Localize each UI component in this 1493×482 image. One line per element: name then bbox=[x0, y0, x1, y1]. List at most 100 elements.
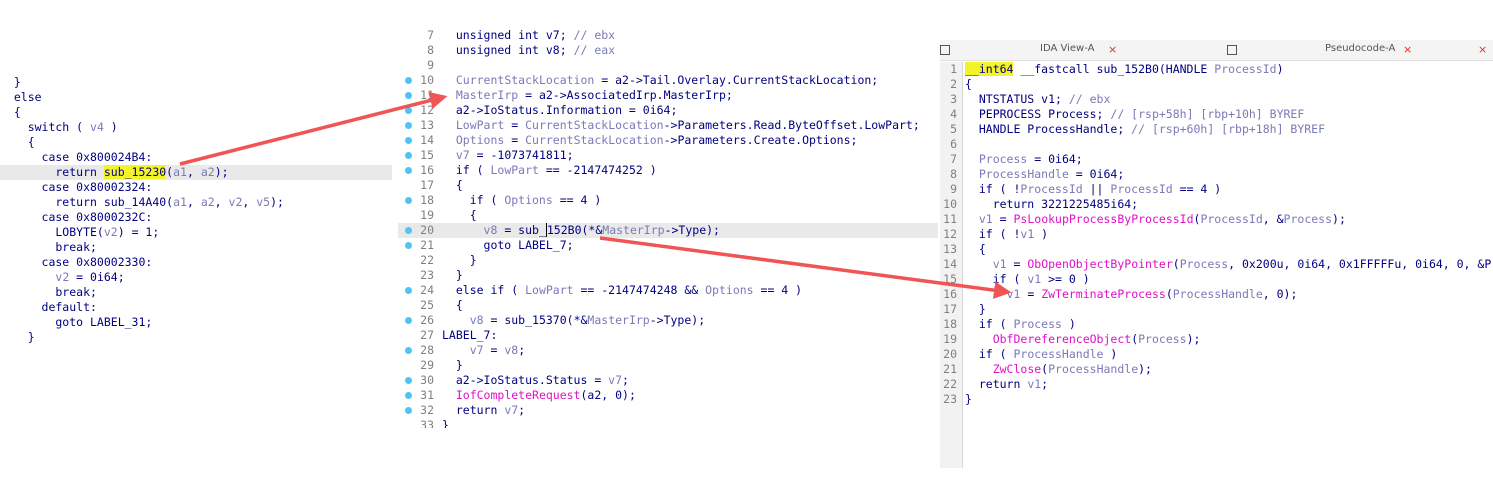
code-line[interactable]: 27 LABEL_7: bbox=[398, 328, 938, 343]
breakpoint-dot-icon[interactable] bbox=[405, 287, 412, 294]
code-line[interactable]: goto LABEL_31; bbox=[0, 315, 392, 330]
code-token: } bbox=[0, 330, 35, 344]
breakpoint-dot-icon[interactable] bbox=[405, 392, 412, 399]
code-line[interactable]: 23 } bbox=[398, 268, 938, 283]
code-line[interactable]: 10 return 3221225485i64; bbox=[940, 197, 1493, 212]
code-line[interactable]: 11 v1 = PsLookupProcessByProcessId(Proce… bbox=[940, 212, 1493, 227]
code-line[interactable]: else bbox=[0, 90, 392, 105]
code-line[interactable]: switch ( v4 ) bbox=[0, 120, 392, 135]
code-line[interactable]: 9 if ( !ProcessId || ProcessId == 4 ) bbox=[940, 182, 1493, 197]
code-line[interactable]: 8 ProcessHandle = 0i64; bbox=[940, 167, 1493, 182]
code-line[interactable]: LOBYTE(v2) = 1; bbox=[0, 225, 392, 240]
code-line[interactable]: } bbox=[0, 75, 392, 90]
code-line[interactable]: } bbox=[0, 330, 392, 345]
code-line[interactable]: 12 if ( !v1 ) bbox=[940, 227, 1493, 242]
code-line[interactable]: 13 LowPart = CurrentStackLocation->Param… bbox=[398, 118, 938, 133]
breakpoint-dot-icon[interactable] bbox=[405, 317, 412, 324]
code-line[interactable]: case 0x8000232C: bbox=[0, 210, 392, 225]
code-line[interactable]: 15 if ( v1 >= 0 ) bbox=[940, 272, 1493, 287]
code-line[interactable]: 16 if ( LowPart == -2147474252 ) bbox=[398, 163, 938, 178]
code-line[interactable]: 3 NTSTATUS v1; // ebx bbox=[940, 92, 1493, 107]
code-line[interactable]: 18 if ( Process ) bbox=[940, 317, 1493, 332]
breakpoint-dot-icon[interactable] bbox=[405, 377, 412, 384]
code-line[interactable]: 2{ bbox=[940, 77, 1493, 92]
code-line[interactable]: return sub_14A40(a1, a2, v2, v5); bbox=[0, 195, 392, 210]
code-text: v2 = 0i64; bbox=[0, 270, 124, 285]
code-line[interactable]: 19 ObfDereferenceObject(Process); bbox=[940, 332, 1493, 347]
code-text: __int64 __fastcall sub_152B0(HANDLE Proc… bbox=[965, 62, 1284, 77]
code-token: PsLookupProcessByProcessId bbox=[1013, 212, 1194, 226]
code-line[interactable]: 4 PEPROCESS Process; // [rsp+58h] [rbp+1… bbox=[940, 107, 1493, 122]
code-text: } bbox=[442, 253, 477, 268]
breakpoint-dot-icon[interactable] bbox=[405, 137, 412, 144]
breakpoint-dot-icon[interactable] bbox=[405, 407, 412, 414]
code-line[interactable]: 29 } bbox=[398, 358, 938, 373]
breakpoint-dot-icon[interactable] bbox=[405, 227, 412, 234]
breakpoint-dot-icon[interactable] bbox=[405, 242, 412, 249]
code-line[interactable]: 31 IofCompleteRequest(a2, 0); bbox=[398, 388, 938, 403]
code-line[interactable]: 10 CurrentStackLocation = a2->Tail.Overl… bbox=[398, 73, 938, 88]
code-line[interactable]: 15 v7 = -1073741811; bbox=[398, 148, 938, 163]
code-line[interactable]: 18 if ( Options == 4 ) bbox=[398, 193, 938, 208]
code-line[interactable]: 17 } bbox=[940, 302, 1493, 317]
code-line[interactable]: 21 ZwClose(ProcessHandle); bbox=[940, 362, 1493, 377]
code-line[interactable]: 1 __int64 __fastcall sub_152B0(HANDLE Pro… bbox=[940, 62, 1493, 77]
code-line[interactable]: 16 v1 = ZwTerminateProcess(ProcessHandle… bbox=[940, 287, 1493, 302]
code-line[interactable]: 20 if ( ProcessHandle ) bbox=[940, 347, 1493, 362]
code-line[interactable]: 13 { bbox=[940, 242, 1493, 257]
code-line[interactable]: break; bbox=[0, 285, 392, 300]
code-token: ZwClose bbox=[992, 362, 1042, 376]
breakpoint-dot-icon[interactable] bbox=[405, 92, 412, 99]
code-text: return v1; bbox=[965, 377, 1048, 392]
breakpoint-dot-icon[interactable] bbox=[405, 77, 412, 84]
breakpoint-dot-icon[interactable] bbox=[405, 107, 412, 114]
code-line[interactable]: 23} bbox=[940, 392, 1493, 407]
code-line[interactable]: 12 a2->IoStatus.Information = 0i64; bbox=[398, 103, 938, 118]
code-text: v8 = sub_15370(*&MasterIrp->Type); bbox=[442, 313, 705, 328]
breakpoint-dot-icon[interactable] bbox=[405, 167, 412, 174]
code-line[interactable]: 19 { bbox=[398, 208, 938, 223]
breakpoint-dot-icon[interactable] bbox=[405, 197, 412, 204]
code-line[interactable]: 11 MasterIrp = a2->AssociatedIrp.MasterI… bbox=[398, 88, 938, 103]
code-line[interactable]: 22 return v1; bbox=[940, 377, 1493, 392]
code-line[interactable]: 5 HANDLE ProcessHandle; // [rsp+60h] [rb… bbox=[940, 122, 1493, 137]
code-line[interactable]: break; bbox=[0, 240, 392, 255]
code-line[interactable]: 28 v7 = v8; bbox=[398, 343, 938, 358]
code-line[interactable]: 6 bbox=[940, 137, 1493, 152]
code-line[interactable]: 17 { bbox=[398, 178, 938, 193]
code-token: case 0x80002324: bbox=[0, 180, 153, 194]
code-token: == 4 ) bbox=[753, 283, 803, 297]
code-line[interactable]: 14 Options = CurrentStackLocation->Param… bbox=[398, 133, 938, 148]
code-line[interactable]: 7 Process = 0i64; bbox=[940, 152, 1493, 167]
code-line[interactable]: 32 return v7; bbox=[398, 403, 938, 418]
code-line[interactable]: 14 v1 = ObOpenObjectByPointer(Process, 0… bbox=[940, 257, 1493, 272]
code-line[interactable]: 26 v8 = sub_15370(*&MasterIrp->Type); bbox=[398, 313, 938, 328]
code-token: = sub_ bbox=[497, 223, 546, 237]
code-line[interactable]: 9 bbox=[398, 58, 938, 73]
breakpoint-dot-icon[interactable] bbox=[405, 152, 412, 159]
breakpoint-dot-icon[interactable] bbox=[405, 122, 412, 129]
code-line[interactable]: 8 unsigned int v8; // eax bbox=[398, 43, 938, 58]
code-text: ObfDereferenceObject(Process); bbox=[965, 332, 1201, 347]
code-token: { bbox=[442, 208, 477, 222]
code-line[interactable]: 24 else if ( LowPart == -2147474248 && O… bbox=[398, 283, 938, 298]
code-line[interactable]: 7 unsigned int v7; // ebx bbox=[398, 30, 938, 43]
code-line[interactable]: 30 a2->IoStatus.Status = v7; bbox=[398, 373, 938, 388]
code-line[interactable]: case 0x800024B4: bbox=[0, 150, 392, 165]
line-number: 26 bbox=[420, 313, 434, 327]
code-text: { bbox=[442, 298, 463, 313]
code-line[interactable]: case 0x80002330: bbox=[0, 255, 392, 270]
code-line[interactable]: 20 v8 = sub_152B0(*&MasterIrp->Type); bbox=[398, 223, 938, 238]
code-line[interactable]: 21 goto LABEL_7; bbox=[398, 238, 938, 253]
code-line[interactable]: 25 { bbox=[398, 298, 938, 313]
code-line[interactable]: v2 = 0i64; bbox=[0, 270, 392, 285]
code-text: v1 = ObOpenObjectByPointer(Process, 0x20… bbox=[965, 257, 1492, 272]
code-line[interactable]: { bbox=[0, 105, 392, 120]
code-line[interactable]: { bbox=[0, 135, 392, 150]
code-line[interactable]: default: bbox=[0, 300, 392, 315]
code-line[interactable]: return sub_15230(a1, a2); bbox=[0, 165, 392, 180]
code-line[interactable]: 22 } bbox=[398, 253, 938, 268]
code-line[interactable]: 33} bbox=[398, 418, 938, 428]
code-line[interactable]: case 0x80002324: bbox=[0, 180, 392, 195]
breakpoint-dot-icon[interactable] bbox=[405, 347, 412, 354]
